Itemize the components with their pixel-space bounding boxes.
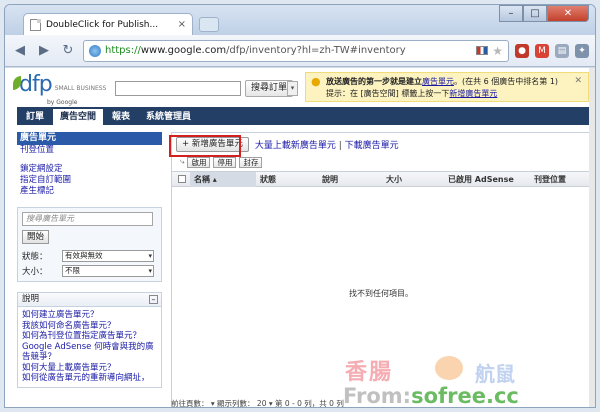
tab-strip: DoubleClick for Publish... × – □ ✕ xyxy=(5,5,595,35)
sidebar-item-ad-units[interactable]: 廣告單元 xyxy=(17,132,162,145)
tip-line-1: 放送廣告的第一步就是建立廣告單元。(在共 6 個廣告中排名第 1) xyxy=(326,76,582,88)
reload-icon[interactable]: ↻ xyxy=(59,42,77,60)
secure-globe-icon xyxy=(89,44,101,57)
tip-ad-unit-link[interactable]: 廣告單元 xyxy=(422,77,454,86)
tip-bold-text: 放送廣告的第一步就是建立 xyxy=(326,77,422,86)
sidebar-item-targeting[interactable]: 鎖定網設定 xyxy=(17,164,162,175)
link-separator: | xyxy=(338,140,342,151)
help-link[interactable]: 如何為刊登位置指定廣告單元？ xyxy=(22,331,157,342)
logo-text: dfp xyxy=(19,72,53,97)
tab-reports[interactable]: 報表 xyxy=(105,109,137,125)
url-scheme: https:// xyxy=(105,45,141,56)
page-favicon-icon xyxy=(30,18,41,31)
by-google-label: by Google xyxy=(47,99,78,106)
logo-subtitle: SMALL BUSINESS xyxy=(54,85,107,92)
address-bar[interactable]: https://www.google.com/dfp/inventory?hl=… xyxy=(83,39,509,62)
url-host: www.google.com xyxy=(140,45,227,56)
help-link[interactable]: Google AdSense 何時會與我的廣告競爭？ xyxy=(22,342,157,363)
tip-close-icon[interactable]: ✕ xyxy=(574,75,582,87)
sidebar: 廣告單元 刊登位置 鎖定網設定 指定自訂範圍 產生標記 搜尋廣告單元 開始 狀態… xyxy=(17,132,162,388)
translate-flag-icon[interactable] xyxy=(476,46,489,55)
url-path: /dfp/inventory?hl=zh-TW#inventory xyxy=(226,45,406,56)
activate-button[interactable]: 啟用 xyxy=(187,156,211,168)
tab-close-icon[interactable]: × xyxy=(178,19,186,30)
close-window-button[interactable]: ✕ xyxy=(547,5,589,22)
help-header: 說明 – xyxy=(18,293,161,307)
gmail-icon[interactable]: M xyxy=(535,43,549,58)
window-controls: – □ ✕ xyxy=(499,5,589,23)
column-name[interactable]: 名稱 ▴ xyxy=(190,172,256,187)
help-link[interactable]: 我該如何命名廣告單元？ xyxy=(22,321,157,332)
ad-unit-search-input[interactable]: 搜尋廣告單元 xyxy=(22,212,153,226)
page-viewport: dfp SMALL BUSINESS by Google 搜尋訂單 ▾ ● 放送… xyxy=(5,68,591,407)
archive-button[interactable]: 封存 xyxy=(239,156,263,168)
search-orders-button[interactable]: 搜尋訂單 xyxy=(245,80,294,97)
forward-arrow-icon[interactable]: ▶ xyxy=(35,42,53,60)
back-arrow-icon[interactable]: ◀ xyxy=(11,42,29,60)
help-title: 說明 xyxy=(22,294,40,304)
column-description[interactable]: 說明 xyxy=(322,172,338,187)
help-box: 說明 – 如何建立廣告單元？ 我該如何命名廣告單元？ 如何為刊登位置指定廣告單元… xyxy=(17,292,162,388)
search-dropdown-icon[interactable]: ▾ xyxy=(287,81,298,96)
browser-tab[interactable]: DoubleClick for Publish... × xyxy=(23,13,193,35)
start-search-button[interactable]: 開始 xyxy=(22,230,50,244)
ad-unit-panel: + 新增廣告單元 大量上載新廣告單元 | 下載廣告單元 ⤷ 啟用 停用 封存 名… xyxy=(169,132,591,407)
help-links: 如何建立廣告單元？ 我該如何命名廣告單元？ 如何為刊登位置指定廣告單元？ Goo… xyxy=(18,307,161,387)
tip-new-ad-unit-link[interactable]: 新增廣告單元 xyxy=(449,89,497,98)
size-filter-select[interactable]: 不限 xyxy=(62,265,154,277)
size-filter: 大小： 不限 xyxy=(22,265,157,277)
ad-unit-filter-box: 搜尋廣告單元 開始 狀態： 有效與無效 大小： 不限 xyxy=(17,207,162,282)
wrench-menu-icon[interactable]: ✦ xyxy=(575,43,589,58)
tab-admin[interactable]: 系統管理員 xyxy=(139,109,198,125)
tab-title: DoubleClick for Publish... xyxy=(46,19,159,30)
browser-window: DoubleClick for Publish... × – □ ✕ ◀ ▶ ↻… xyxy=(4,4,596,408)
tip-rank-text: 。(在共 6 個廣告中排名第 1) xyxy=(454,77,559,86)
help-link[interactable]: 如何從廣告單元的重新導向網址， xyxy=(22,373,157,384)
url-text[interactable]: https://www.google.com/dfp/inventory?hl=… xyxy=(105,45,472,56)
tab-orders[interactable]: 訂單 xyxy=(19,109,51,125)
sidebar-item-generate-tags[interactable]: 產生標記 xyxy=(17,186,162,197)
sidebar-item-custom-criteria[interactable]: 指定自訂範圍 xyxy=(17,175,162,186)
vertical-scrollbar[interactable] xyxy=(589,68,595,407)
table-header: 名稱 ▴ 狀態 說明 大小 已啟用 AdSense 刊登位置 xyxy=(172,171,590,187)
empty-message: 找不到任何項目。 xyxy=(349,289,413,298)
column-adsense[interactable]: 已啟用 AdSense xyxy=(448,172,514,187)
highlight-box xyxy=(169,135,241,157)
help-link[interactable]: 如何建立廣告單元？ xyxy=(22,310,157,321)
minimize-button[interactable]: – xyxy=(499,5,523,22)
upload-links: 大量上載新廣告單元 | 下載廣告單元 xyxy=(255,138,399,151)
main-nav: 訂單 廣告空間 報表 系統管理員 xyxy=(17,107,591,125)
status-filter: 狀態： 有效與無效 xyxy=(22,250,157,262)
status-filter-select[interactable]: 有效與無效 xyxy=(62,250,154,262)
pagination-bar[interactable]: 前往頁數： ▾ 顯示列數： 20 ▾ 第 0 - 0 列，共 0 列 xyxy=(171,398,591,407)
new-tab-button[interactable] xyxy=(199,17,219,32)
tip-hint-text: 提示：在 [廣告空間] 標籤上按一下 xyxy=(326,89,450,98)
bulk-upload-link[interactable]: 大量上載新廣告單元 xyxy=(255,141,336,151)
sidebar-item-placements[interactable]: 刊登位置 xyxy=(17,145,162,156)
lightbulb-icon: ● xyxy=(311,75,321,88)
maximize-button[interactable]: □ xyxy=(523,5,547,22)
deactivate-button[interactable]: 停用 xyxy=(213,156,237,168)
tab-inventory[interactable]: 廣告空間 xyxy=(53,109,104,125)
column-placements[interactable]: 刊登位置 xyxy=(534,172,566,187)
browser-toolbar: ◀ ▶ ↻ https://www.google.com/dfp/invento… xyxy=(5,35,595,67)
status-filter-label: 狀態： xyxy=(22,252,48,262)
dfp-logo[interactable]: dfp SMALL BUSINESS xyxy=(13,72,107,97)
select-all-checkbox[interactable] xyxy=(178,175,186,183)
extension-icon[interactable]: ● xyxy=(515,43,529,58)
size-filter-label: 大小： xyxy=(22,267,48,277)
page-menu-icon[interactable]: ▤ xyxy=(555,43,569,58)
row-action-buttons: ⤷ 啟用 停用 封存 xyxy=(172,155,590,169)
help-link[interactable]: 如何大量上載廣告單元？ xyxy=(22,363,157,374)
bookmark-star-icon[interactable]: ★ xyxy=(492,44,503,58)
column-size[interactable]: 大小 xyxy=(386,172,402,187)
address-bar-icons: ★ xyxy=(476,44,503,58)
tip-banner: ● 放送廣告的第一步就是建立廣告單元。(在共 6 個廣告中排名第 1) 提示：在… xyxy=(305,72,589,102)
order-search-input[interactable] xyxy=(115,81,241,96)
download-link[interactable]: 下載廣告單元 xyxy=(345,141,399,151)
collapse-help-icon[interactable]: – xyxy=(149,295,158,304)
tip-line-2: 提示：在 [廣告空間] 標籤上按一下新增廣告單元 xyxy=(326,88,582,100)
column-status[interactable]: 狀態 xyxy=(260,172,276,187)
bulk-arrow-icon: ⤷ xyxy=(180,157,185,166)
